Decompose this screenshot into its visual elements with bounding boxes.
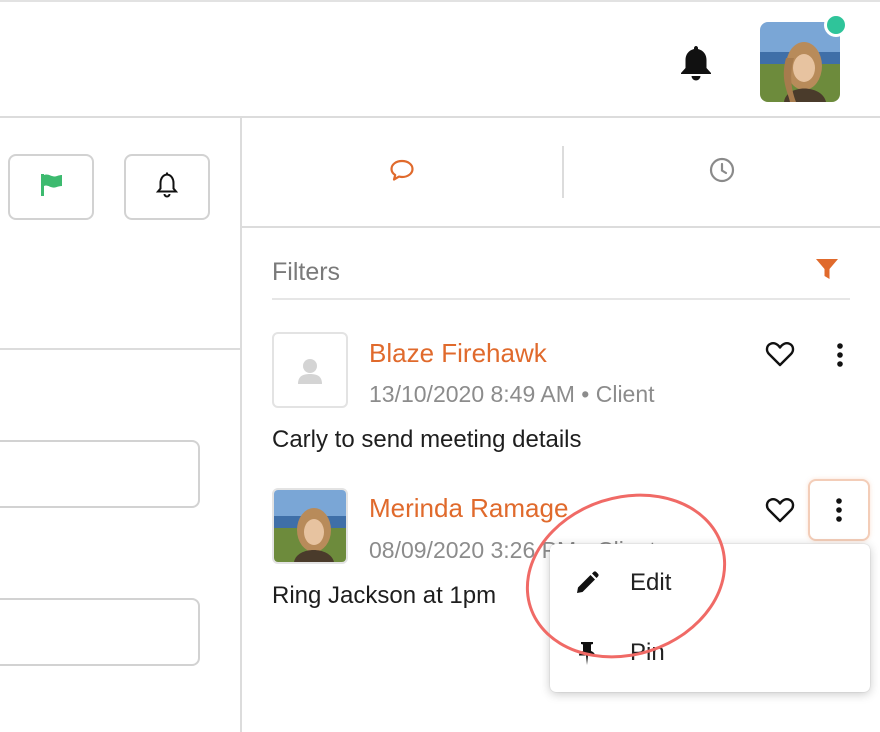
flag-icon [36, 170, 66, 205]
note-meta: 13/10/2020 8:49 AM • Client [369, 381, 655, 407]
more-options-icon [836, 498, 842, 522]
user-photo [274, 490, 346, 562]
tab-notes[interactable] [242, 118, 562, 226]
top-bar [0, 0, 880, 118]
chat-bubble-icon [388, 156, 416, 189]
placeholder-person-icon [298, 359, 322, 384]
heart-icon[interactable] [765, 496, 795, 524]
flag-button[interactable] [8, 154, 94, 220]
note-author-avatar [272, 332, 348, 408]
clock-icon [708, 156, 736, 189]
text-field[interactable] [0, 598, 200, 666]
text-field[interactable] [0, 440, 200, 508]
tab-history[interactable] [564, 118, 880, 226]
filters-label: Filters [272, 258, 341, 286]
note-author-name[interactable]: Merinda Ramage [369, 493, 568, 524]
reminder-button[interactable] [124, 154, 210, 220]
note-author-name[interactable]: Blaze Firehawk [369, 338, 547, 369]
bell-icon[interactable] [676, 42, 716, 82]
more-options-icon[interactable] [830, 340, 850, 370]
note-text: Carly to send meeting details [272, 426, 582, 453]
divider [0, 348, 240, 350]
bell-outline-icon [153, 171, 181, 204]
tab-bar [242, 118, 880, 228]
note-author-avatar [272, 488, 348, 564]
online-status-indicator [824, 13, 848, 37]
filters-row: Filters [272, 248, 850, 300]
note-text: Ring Jackson at 1pm [272, 582, 497, 609]
heart-icon[interactable] [765, 340, 795, 368]
more-options-button[interactable] [808, 479, 870, 541]
funnel-icon[interactable] [814, 256, 840, 282]
